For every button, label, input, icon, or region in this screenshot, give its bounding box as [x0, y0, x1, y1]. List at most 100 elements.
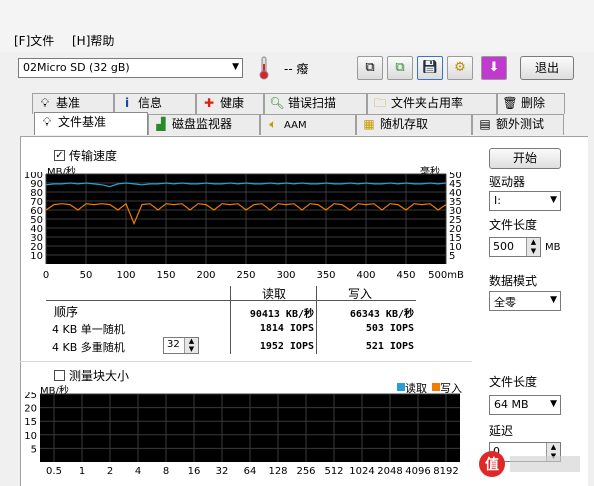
table-divider-2 — [316, 286, 317, 354]
chevron-down-icon: ▼ — [550, 399, 557, 409]
spin-down-icon[interactable]: ▼ — [526, 247, 540, 256]
header-read: 读取 — [262, 287, 287, 301]
spin-up-icon[interactable]: ▲ — [526, 238, 540, 247]
info-icon: i — [124, 96, 130, 110]
legend-write-swatch — [432, 383, 440, 391]
tab-extra-tests[interactable]: ▤ 额外测试 — [472, 114, 564, 135]
gear-icon: ⚙ — [454, 60, 466, 75]
queue-depth-spinner[interactable]: 32 ▲ ▼ — [163, 337, 199, 354]
x-tick-label: 512 — [324, 466, 343, 477]
folder-icon: 🗀 — [373, 96, 386, 110]
drive-select[interactable]: 02Micro SD (32 gB) ▼ — [18, 58, 243, 78]
x-tick-label: 4096 — [405, 466, 430, 477]
transfer-chart: 0 50 100 150 200 250 300 350 400 450 500mB100 5090 4… — [24, 172, 464, 281]
block-size-chart: 0.5 1 2 4 8 16 32 64 128 256 512 1024 2048 4096 8192 25… — [24, 392, 460, 477]
copy-graph-button[interactable]: ⧉ — [387, 56, 413, 80]
lightbulb-icon: 💡︎ — [40, 96, 50, 110]
block-size-checkbox[interactable] — [54, 370, 65, 381]
x-tick-label: 256 — [296, 466, 315, 477]
x-tick-label: 16 — [188, 466, 201, 477]
y-tick-label: 10 — [24, 431, 37, 442]
tab-error-scan[interactable]: 🔍︎ 错误扫描 — [264, 93, 367, 114]
row-sequential-read: 90413 KB/秒 — [249, 309, 314, 320]
block-file-length-select[interactable]: 64 MB ▼ — [489, 395, 561, 415]
row-4k-multi-label: 4 KB 多重随机 — [52, 341, 125, 354]
data-mode-select[interactable]: 全零 ▼ — [489, 291, 561, 311]
x-tick-label: 1024 — [349, 466, 374, 477]
x-tick-label: 0 — [43, 270, 49, 281]
queue-depth-value: 32 — [167, 339, 180, 350]
x-tick-label: 250 — [236, 270, 255, 281]
row-sequential-write: 66343 KB/秒 — [349, 309, 414, 320]
x-tick-label: 350 — [316, 270, 335, 281]
spin-up-icon[interactable]: ▲ — [184, 338, 198, 345]
transfer-speed-checkbox[interactable]: ✓ — [54, 150, 65, 161]
header-write: 写入 — [348, 287, 373, 301]
options-button[interactable]: ⚙ — [447, 56, 473, 80]
x-tick-label: 4 — [135, 466, 141, 477]
temperature-readout: -- 癈 — [284, 62, 309, 76]
tab-disk-monitor[interactable]: ▟ 磁盘监视器 — [148, 114, 260, 135]
y-tick-label: 10 — [30, 251, 43, 262]
tab-delete[interactable]: 🗑︎ 删除 — [497, 93, 565, 114]
x-tick-label: 2 — [107, 466, 113, 477]
file-benchmark-icon: 💡︎ — [42, 115, 52, 129]
save-button[interactable]: 💾︎ — [417, 56, 443, 80]
tab-benchmark[interactable]: 💡︎ 基准 — [32, 93, 114, 114]
tab-info[interactable]: i 信息 — [114, 93, 196, 114]
drive-select-value: 02Micro SD (32 gB) — [23, 61, 130, 74]
transfer-speed-label: 传输速度 — [69, 149, 118, 163]
y-tick-label: 15 — [24, 417, 37, 428]
spin-down-icon[interactable]: ▼ — [184, 345, 198, 353]
row-4k-single-write: 503 IOPS — [365, 323, 414, 334]
tab-folder-usage[interactable]: 🗀 文件夹占用率 — [367, 93, 497, 114]
x-tick-label: 50 — [80, 270, 93, 281]
watermark-logo: 值 — [476, 448, 586, 480]
y-tick-label: 25 — [24, 392, 37, 401]
drive-letter-value: I: — [494, 194, 501, 207]
menu-help[interactable]: [H]帮助 — [72, 32, 114, 49]
x-tick-label: 0.5 — [46, 466, 62, 477]
table-divider-1 — [230, 286, 231, 354]
menu-file[interactable]: [F]文件 — [14, 32, 54, 49]
x-tick-label: 450 — [396, 270, 415, 281]
x-tick-label: 400 — [356, 270, 375, 281]
file-length-spinner[interactable]: 500 ▲ ▼ — [489, 237, 541, 257]
legend-read-swatch — [397, 383, 405, 391]
x-tick-label: 64 — [244, 466, 257, 477]
block-file-length-label: 文件长度 — [489, 375, 538, 389]
x-tick-label: 300 — [276, 270, 295, 281]
file-length-unit: MB — [545, 242, 561, 253]
x-tick-label: 150 — [156, 270, 175, 281]
thermometer-icon — [258, 56, 270, 80]
copy-graph-icon: ⧉ — [395, 60, 405, 75]
copy-text-button[interactable]: ⧉ — [357, 56, 383, 80]
y-tick-label: 20 — [24, 404, 37, 415]
download-button[interactable]: ⬇ — [481, 56, 507, 80]
block-file-length-value: 64 MB — [494, 398, 529, 411]
file-length-label: 文件长度 — [489, 218, 538, 232]
data-mode-label: 数据模式 — [489, 274, 538, 288]
start-button[interactable]: 开始 — [489, 148, 561, 169]
row-4k-multi-write: 521 IOPS — [365, 341, 414, 352]
tab-random-access[interactable]: ▦ 随机存取 — [356, 114, 472, 135]
drive-letter-select[interactable]: I: ▼ — [489, 191, 561, 211]
chevron-down-icon: ▼ — [232, 62, 239, 72]
x-tick-label: 8192 — [433, 466, 458, 477]
copy-icon: ⧉ — [365, 60, 375, 75]
y2-tick-label: 5 — [449, 251, 455, 262]
x-tick-label: 128 — [268, 466, 287, 477]
monitor-chart-icon: ▟ — [156, 117, 166, 131]
y-tick-label: 5 — [31, 444, 37, 455]
drive-label: 驱动器 — [489, 175, 526, 189]
tab-health[interactable]: ✚ 健康 — [196, 93, 264, 114]
file-length-value: 500 — [493, 240, 514, 253]
exit-button[interactable]: 退出 — [520, 56, 574, 80]
x-tick-label: 100 — [116, 270, 135, 281]
delay-label: 延迟 — [489, 424, 514, 438]
tab-aam[interactable]: 🔈︎ AAM — [260, 114, 356, 135]
tab-file-benchmark[interactable]: 💡︎ 文件基准 — [34, 112, 148, 135]
x-tick-label: 200 — [196, 270, 215, 281]
data-mode-value: 全零 — [494, 296, 516, 309]
x-tick-label: 1 — [79, 466, 85, 477]
